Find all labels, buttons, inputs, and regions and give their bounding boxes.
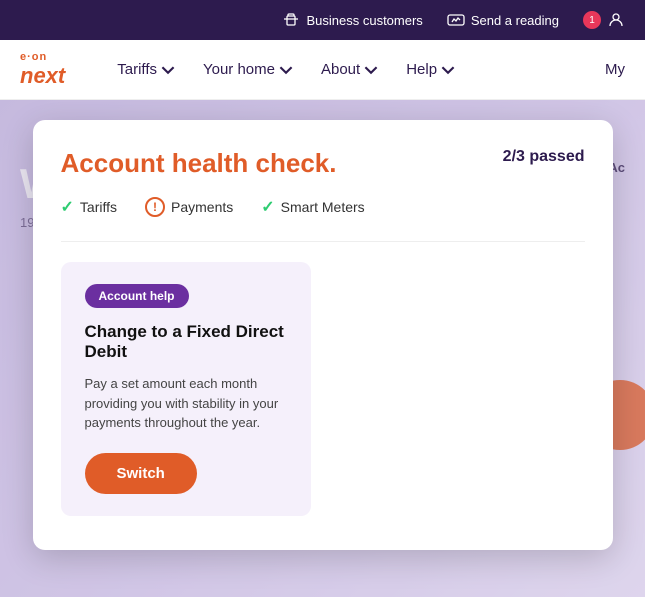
logo[interactable]: e·on next — [20, 51, 65, 89]
check-tariffs: ✓ Tariffs — [61, 197, 118, 217]
your-home-chevron-icon — [279, 63, 293, 77]
check-payments: ! Payments — [145, 197, 233, 217]
check-smart-meters: ✓ Smart Meters — [261, 197, 364, 217]
nav-help[interactable]: Help — [394, 55, 467, 84]
my-label: My — [605, 61, 625, 78]
business-customers-label: Business customers — [306, 13, 422, 28]
meter-icon — [447, 11, 465, 29]
briefcase-icon — [282, 11, 300, 29]
help-label: Help — [406, 61, 437, 78]
business-customers-link[interactable]: Business customers — [282, 11, 422, 29]
tariffs-chevron-icon — [161, 63, 175, 77]
check-smart-meters-label: Smart Meters — [281, 199, 365, 215]
nav-tariffs[interactable]: Tariffs — [105, 55, 187, 84]
nav-your-home[interactable]: Your home — [191, 55, 305, 84]
top-bar: Business customers Send a reading 1 — [0, 0, 645, 40]
about-chevron-icon — [364, 63, 378, 77]
notification-badge: 1 — [583, 11, 601, 29]
check-smart-meters-icon: ✓ — [261, 197, 274, 217]
card-tag: Account help — [85, 284, 189, 308]
nav-about[interactable]: About — [309, 55, 390, 84]
notification-area[interactable]: 1 — [583, 11, 625, 29]
modal-header: Account health check. 2/3 passed — [61, 148, 585, 179]
logo-next: next — [20, 63, 65, 89]
send-reading-label: Send a reading — [471, 13, 559, 28]
card-title: Change to a Fixed Direct Debit — [85, 322, 287, 362]
modal: Account health check. 2/3 passed ✓ Tarif… — [33, 120, 613, 550]
modal-divider — [61, 241, 585, 242]
logo-eon: e·on — [20, 51, 65, 63]
card-description: Pay a set amount each month providing yo… — [85, 374, 287, 433]
page-background: Wo 192 G Ac t paym payment ment is s aft… — [0, 100, 645, 597]
about-label: About — [321, 61, 360, 78]
check-payments-icon: ! — [145, 197, 165, 217]
tariffs-label: Tariffs — [117, 61, 157, 78]
modal-overlay: Account health check. 2/3 passed ✓ Tarif… — [0, 100, 645, 597]
check-payments-label: Payments — [171, 199, 233, 215]
person-icon — [607, 11, 625, 29]
nav-bar: e·on next Tariffs Your home About Help M… — [0, 40, 645, 100]
account-help-card: Account help Change to a Fixed Direct De… — [61, 262, 311, 516]
modal-badge: 2/3 passed — [503, 148, 585, 166]
modal-checks: ✓ Tariffs ! Payments ✓ Smart Meters — [61, 197, 585, 217]
check-tariffs-icon: ✓ — [61, 197, 74, 217]
help-chevron-icon — [441, 63, 455, 77]
switch-button[interactable]: Switch — [85, 453, 197, 494]
your-home-label: Your home — [203, 61, 275, 78]
nav-my[interactable]: My — [605, 61, 625, 78]
modal-title: Account health check. — [61, 148, 337, 179]
nav-items: Tariffs Your home About Help — [105, 55, 467, 84]
send-reading-link[interactable]: Send a reading — [447, 11, 559, 29]
check-tariffs-label: Tariffs — [80, 199, 117, 215]
